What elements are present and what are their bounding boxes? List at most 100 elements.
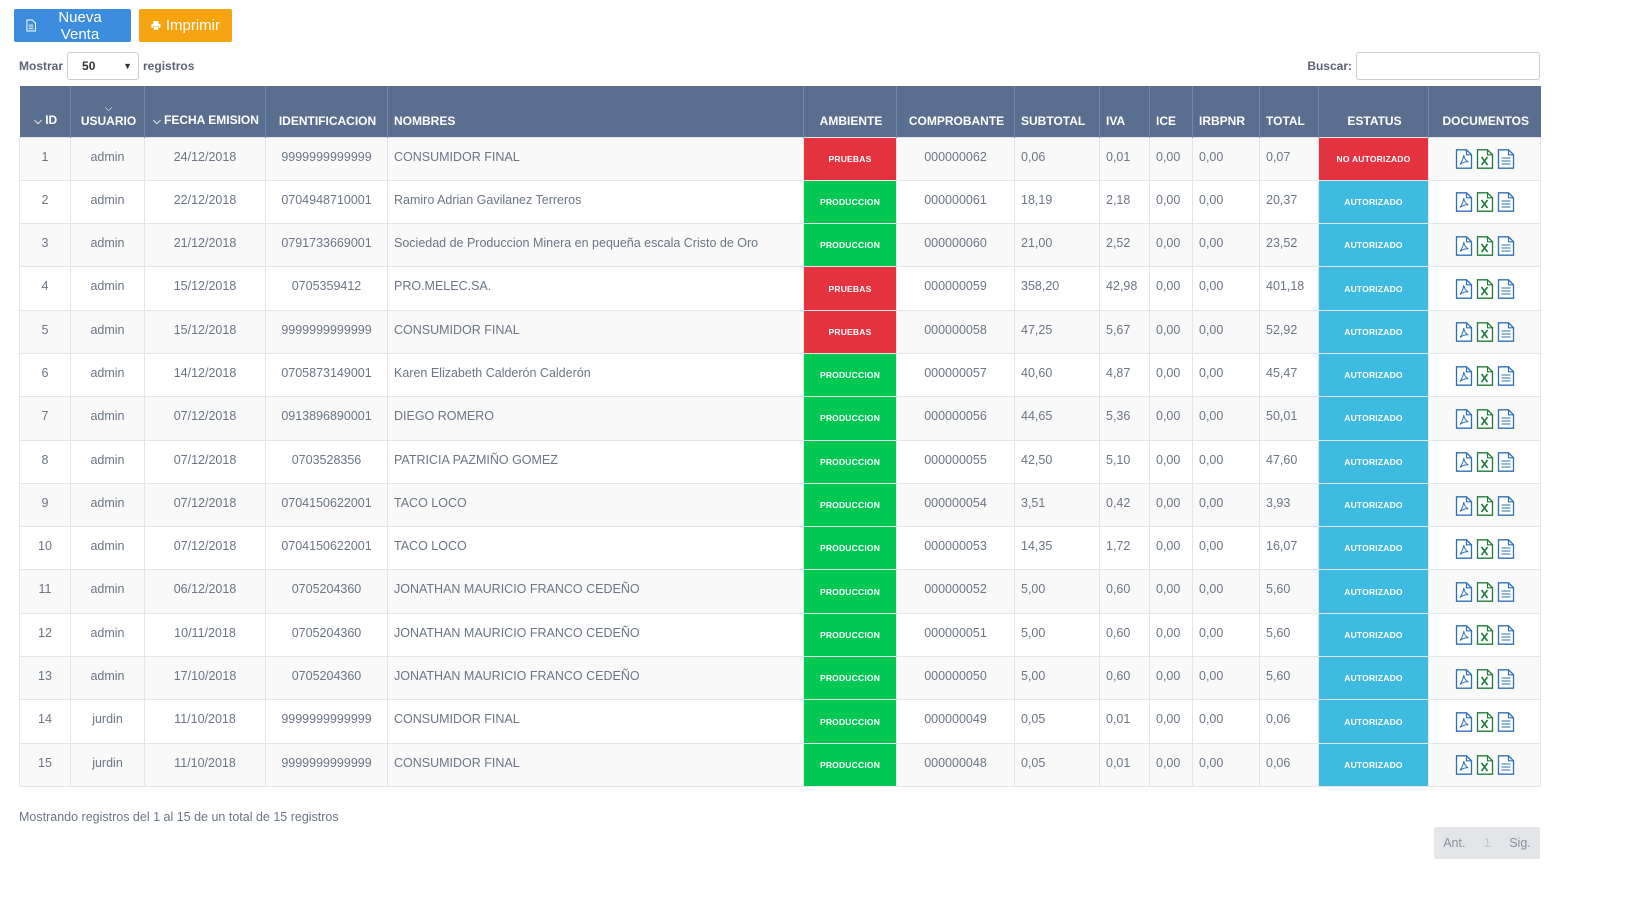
pdf-icon[interactable] — [1455, 365, 1473, 386]
row-usuario: admin — [70, 309, 145, 354]
next-page-button[interactable]: Sig. — [1509, 836, 1531, 850]
table-row[interactable]: 1 admin 24/12/2018 9999999999999 CONSUMIDOR … — [19, 136, 1541, 181]
page-length-select[interactable]: 50 ▼ — [67, 52, 140, 80]
excel-icon[interactable] — [1476, 322, 1494, 343]
xml-icon[interactable] — [1497, 409, 1515, 429]
table-row[interactable]: 6 admin 14/12/2018 0705873149001 Karen Eliza… — [19, 352, 1541, 398]
print-button[interactable]: Imprimir — [139, 9, 232, 42]
pdf-icon[interactable] — [1455, 538, 1473, 559]
excel-icon[interactable] — [1476, 235, 1494, 256]
excel-icon[interactable] — [1476, 149, 1494, 169]
xml-icon[interactable] — [1497, 279, 1515, 299]
row-comprobante: 000000051 — [896, 612, 1015, 658]
xml-icon[interactable] — [1497, 149, 1515, 169]
search-label: Buscar: — [1307, 59, 1352, 73]
xml-icon[interactable] — [1497, 625, 1515, 646]
current-page-button[interactable]: 1 — [1484, 836, 1491, 850]
table-row[interactable]: 10 admin 07/12/2018 0704150622001 TACO LOCO P… — [19, 526, 1541, 571]
header-fecha-emision[interactable]: ⌵ FECHA EMISION — [144, 86, 266, 137]
row-total: 23,52 — [1259, 223, 1319, 268]
header-iva[interactable]: IVA — [1099, 86, 1150, 137]
pdf-icon[interactable] — [1455, 495, 1473, 516]
xml-icon[interactable] — [1497, 582, 1515, 602]
table-row[interactable]: 5 admin 15/12/2018 9999999999999 CONSUMIDOR … — [19, 309, 1541, 354]
pdf-icon[interactable] — [1455, 452, 1473, 473]
xml-icon[interactable] — [1497, 365, 1515, 386]
excel-icon[interactable] — [1476, 538, 1494, 559]
table-row[interactable]: 8 admin 07/12/2018 0703528356 PATRICIA PAZMI… — [19, 439, 1541, 484]
pdf-icon[interactable] — [1455, 192, 1473, 213]
excel-icon[interactable] — [1476, 712, 1494, 732]
ambiente-badge: PRODUCCION — [803, 742, 897, 787]
pdf-icon[interactable] — [1455, 625, 1473, 646]
table-row[interactable]: 12 admin 10/11/2018 0705204360 JONATHAN MAUR… — [19, 612, 1541, 658]
xml-icon[interactable] — [1497, 495, 1515, 516]
excel-icon[interactable] — [1476, 365, 1494, 386]
excel-icon[interactable] — [1476, 452, 1494, 473]
xml-icon[interactable] — [1497, 192, 1515, 213]
table-row[interactable]: 4 admin 15/12/2018 0705359412 PRO.MELEC.SA. P… — [19, 266, 1541, 311]
excel-icon[interactable] — [1476, 582, 1494, 602]
row-nombres: Sociedad de Produccion Minera en pequeña… — [387, 223, 804, 268]
table-row[interactable]: 13 admin 17/10/2018 0705204360 JONATHAN MAUR… — [19, 656, 1541, 701]
header-nombres[interactable]: NOMBRES — [387, 86, 804, 137]
xml-icon[interactable] — [1497, 755, 1515, 776]
estatus-badge: AUTORIZADO — [1318, 612, 1429, 658]
records-label: registros — [143, 59, 195, 73]
table-row[interactable]: 14 jurdin 11/10/2018 9999999999999 CONSUMIDO… — [19, 699, 1541, 744]
row-ice: 0,00 — [1149, 439, 1193, 484]
row-total: 50,01 — [1259, 396, 1319, 441]
xml-icon[interactable] — [1497, 452, 1515, 473]
header-subtotal[interactable]: SUBTOTAL — [1014, 86, 1100, 137]
row-subtotal: 358,20 — [1014, 266, 1100, 311]
xml-icon[interactable] — [1497, 668, 1515, 689]
header-identificacion[interactable]: IDENTIFICACION — [265, 86, 388, 137]
header-ice[interactable]: ICE — [1149, 86, 1193, 137]
row-ice: 0,00 — [1149, 526, 1193, 571]
pdf-icon[interactable] — [1455, 235, 1473, 256]
search-input[interactable] — [1356, 52, 1540, 80]
pdf-icon[interactable] — [1455, 668, 1473, 689]
table-row[interactable]: 9 admin 07/12/2018 0704150622001 TACO LOCO PR… — [19, 482, 1541, 528]
header-irbpnr[interactable]: IRBPNR — [1192, 86, 1260, 137]
sort-icon: ⌵ — [104, 102, 113, 114]
table-row[interactable]: 7 admin 07/12/2018 0913896890001 DIEGO ROMER… — [19, 396, 1541, 441]
pdf-icon[interactable] — [1455, 755, 1473, 776]
row-fecha-emision: 11/10/2018 — [144, 699, 266, 744]
pdf-icon[interactable] — [1455, 322, 1473, 343]
excel-icon[interactable] — [1476, 625, 1494, 646]
header-usuario[interactable]: ⌵ USUARIO — [70, 86, 145, 137]
excel-icon[interactable] — [1476, 279, 1494, 299]
header-ambiente[interactable]: AMBIENTE — [803, 86, 897, 137]
new-sale-button[interactable]: Nueva Venta — [14, 9, 131, 43]
header-estatus[interactable]: ESTATUS — [1318, 86, 1429, 137]
table-row[interactable]: 15 jurdin 11/10/2018 9999999999999 CONSUMIDO… — [19, 742, 1541, 787]
header-comprobante[interactable]: COMPROBANTE — [896, 86, 1015, 137]
xml-icon[interactable] — [1497, 538, 1515, 559]
header-documentos[interactable]: DOCUMENTOS — [1428, 86, 1541, 137]
table-row[interactable]: 2 admin 22/12/2018 0704948710001 Ramiro Adri… — [19, 179, 1541, 225]
excel-icon[interactable] — [1476, 192, 1494, 213]
table-body: 1 admin 24/12/2018 9999999999999 CONSUMIDOR … — [19, 136, 1541, 787]
prev-page-button[interactable]: Ant. — [1443, 836, 1465, 850]
excel-icon[interactable] — [1476, 495, 1494, 516]
row-comprobante: 000000053 — [896, 526, 1015, 571]
ambiente-badge: PRODUCCION — [803, 482, 897, 528]
header-total[interactable]: TOTAL — [1259, 86, 1319, 137]
row-fecha-emision: 07/12/2018 — [144, 526, 266, 571]
excel-icon[interactable] — [1476, 755, 1494, 776]
pdf-icon[interactable] — [1455, 712, 1473, 732]
header-id[interactable]: ⌵ ID — [19, 86, 71, 137]
xml-icon[interactable] — [1497, 712, 1515, 732]
excel-icon[interactable] — [1476, 668, 1494, 689]
row-comprobante: 000000059 — [896, 266, 1015, 311]
pdf-icon[interactable] — [1455, 582, 1473, 602]
pdf-icon[interactable] — [1455, 409, 1473, 429]
xml-icon[interactable] — [1497, 235, 1515, 256]
pdf-icon[interactable] — [1455, 279, 1473, 299]
pdf-icon[interactable] — [1455, 149, 1473, 169]
table-row[interactable]: 11 admin 06/12/2018 0705204360 JONATHAN MAUR… — [19, 569, 1541, 614]
table-row[interactable]: 3 admin 21/12/2018 0791733669001 Sociedad de… — [19, 223, 1541, 268]
xml-icon[interactable] — [1497, 322, 1515, 343]
excel-icon[interactable] — [1476, 409, 1494, 429]
